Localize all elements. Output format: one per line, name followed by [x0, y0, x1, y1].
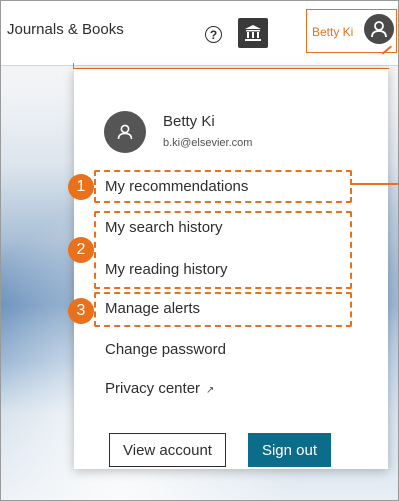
user-email: b.ki@elsevier.com — [163, 137, 253, 149]
screenshot-frame: Journals & Books ? Betty Ki Betty Ki b.k… — [0, 0, 399, 501]
institution-icon[interactable] — [238, 18, 268, 48]
callout-badge-3: 3 — [68, 298, 94, 324]
highlight-connector-line — [352, 183, 398, 185]
menu-item-privacy-center[interactable]: Privacy center ↗ — [105, 380, 214, 397]
user-icon — [364, 14, 394, 44]
help-icon[interactable]: ? — [205, 26, 222, 43]
privacy-center-label: Privacy center — [105, 380, 201, 397]
sign-out-button[interactable]: Sign out — [248, 433, 331, 467]
view-account-button[interactable]: View account — [109, 433, 226, 467]
external-link-icon: ↗ — [206, 385, 215, 396]
highlight-box-1 — [94, 170, 352, 203]
callout-badge-1: 1 — [68, 174, 94, 200]
callout-badge-2: 2 — [68, 237, 94, 263]
highlight-box-2 — [94, 211, 352, 289]
menu-item-change-password[interactable]: Change password — [105, 341, 226, 358]
journals-books-link[interactable]: Journals & Books — [7, 21, 124, 38]
institution-glyph — [245, 25, 261, 41]
account-name: Betty Ki — [312, 25, 354, 39]
account-button[interactable]: Betty Ki — [306, 9, 397, 53]
user-name: Betty Ki — [163, 113, 215, 130]
user-avatar-icon — [104, 111, 146, 153]
highlight-box-3 — [94, 292, 352, 327]
header-bar: Journals & Books ? Betty Ki — [1, 1, 398, 66]
